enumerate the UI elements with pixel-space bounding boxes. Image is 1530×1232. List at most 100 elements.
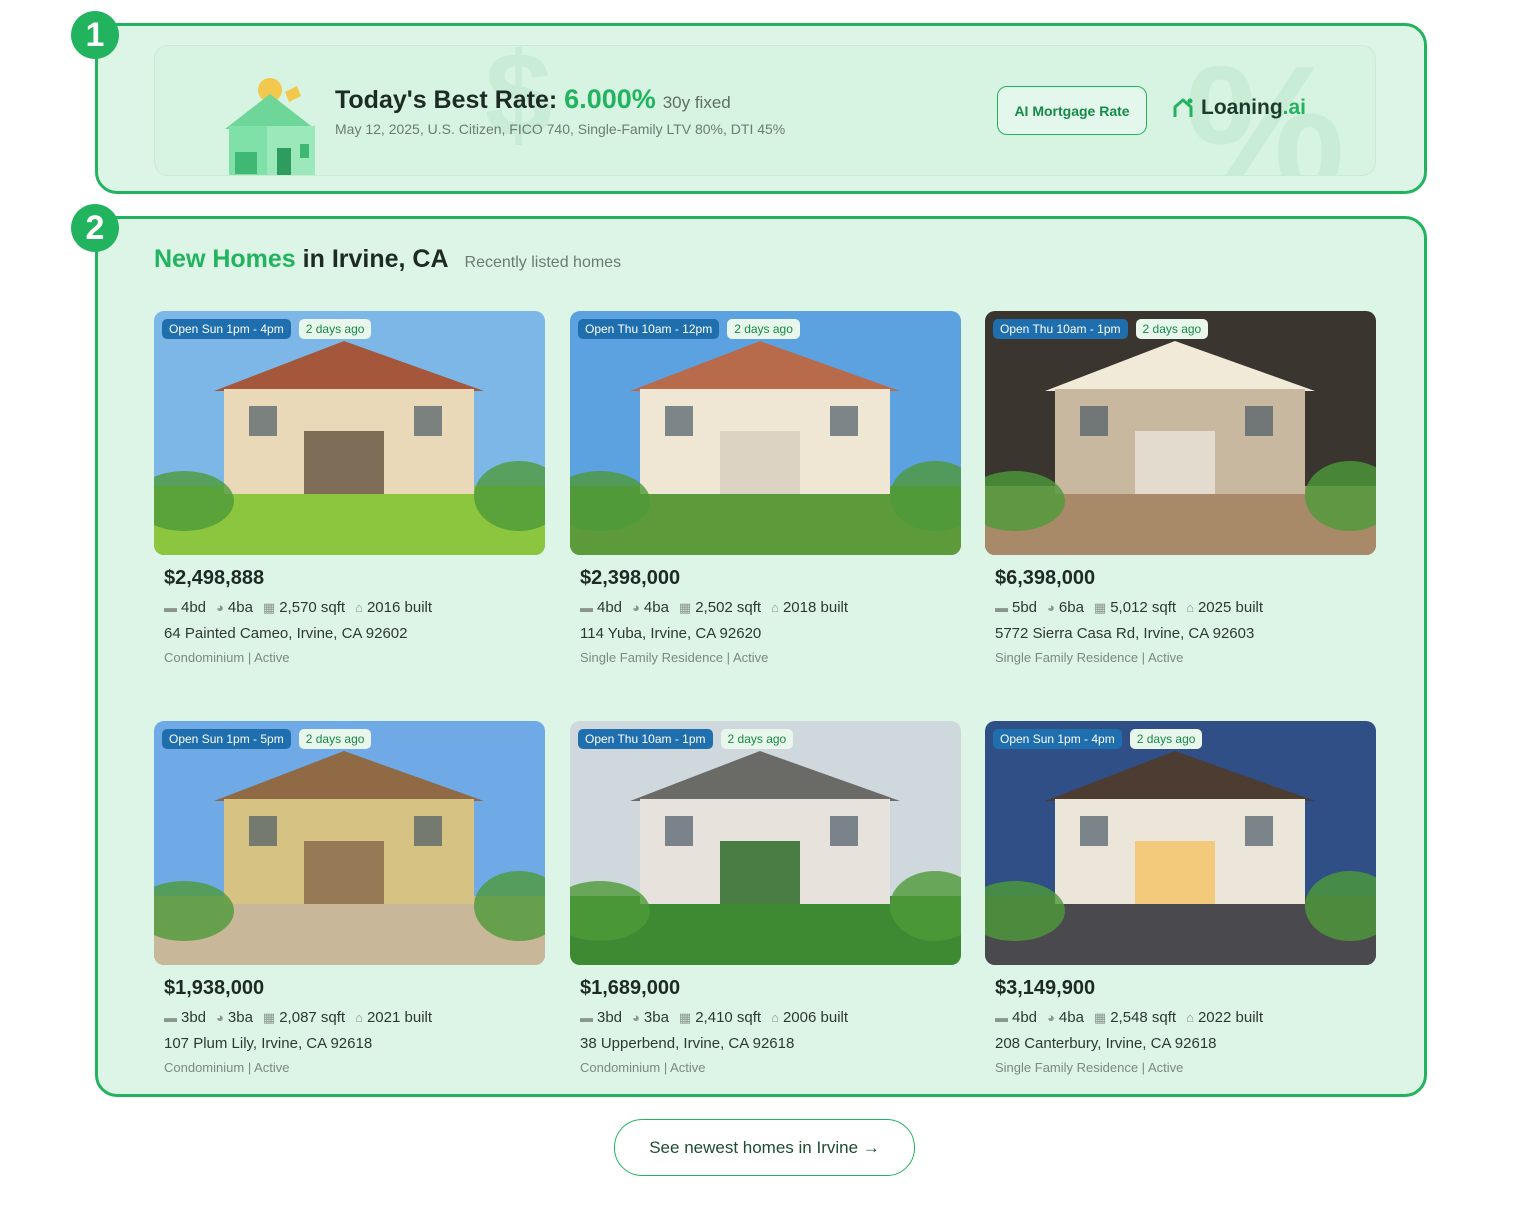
listing-photo[interactable]: Open Sun 1pm - 4pm 2 days ago bbox=[985, 721, 1376, 965]
listing-price: $2,398,000 bbox=[580, 567, 681, 589]
baths-value: 4ba bbox=[227, 599, 253, 616]
house-logo-icon bbox=[1173, 98, 1193, 117]
section-header: New Homes in Irvine, CA Recently listed … bbox=[154, 245, 621, 274]
listing-card[interactable]: Open Sun 1pm - 5pm 2 days ago $1,938,000… bbox=[154, 721, 545, 1081]
section-title: New Homes in Irvine, CA bbox=[154, 245, 449, 274]
listing-address[interactable]: 64 Painted Cameo, Irvine, CA 92602 bbox=[164, 625, 408, 642]
sqft-value: 2,410 sqft bbox=[695, 1009, 762, 1026]
listing-card[interactable]: Open Thu 10am - 1pm 2 days ago $1,689,00… bbox=[570, 721, 961, 1081]
listing-photo[interactable]: Open Thu 10am - 1pm 2 days ago bbox=[570, 721, 961, 965]
listing-stats: ▬ 4bd ◕ 4ba ▦ 2,502 sqft ⌂ 2018 built bbox=[580, 599, 848, 616]
build-icon: ⌂ bbox=[771, 1010, 779, 1025]
listing-stats: ▬ 5bd ◕ 6ba ▦ 5,012 sqft ⌂ 2025 built bbox=[995, 599, 1263, 616]
sqft-value: 2,502 sqft bbox=[695, 599, 762, 616]
listing-meta: Condominium | Active bbox=[164, 650, 290, 665]
rate-banner: % $ Today's Best Rate: 6.000% 30y fixed … bbox=[154, 45, 1376, 176]
beds-value: 4bd bbox=[597, 599, 623, 616]
listing-photo[interactable]: Open Thu 10am - 1pm 2 days ago bbox=[985, 311, 1376, 555]
section-title-highlight: New Homes bbox=[154, 245, 296, 273]
listed-badge: 2 days ago bbox=[1135, 319, 1209, 339]
sqft-value: 5,012 sqft bbox=[1110, 599, 1177, 616]
open-house-badge: Open Sun 1pm - 4pm bbox=[162, 319, 291, 339]
build-icon: ⌂ bbox=[1186, 1010, 1194, 1025]
listing-card[interactable]: Open Thu 10am - 1pm 2 days ago $6,398,00… bbox=[985, 311, 1376, 671]
listing-card[interactable]: Open Sun 1pm - 4pm 2 days ago $2,498,888… bbox=[154, 311, 545, 671]
beds-value: 4bd bbox=[181, 599, 207, 616]
rate-value: 6.000% bbox=[564, 84, 656, 114]
beds-value: 5bd bbox=[1012, 599, 1038, 616]
built-value: 2022 built bbox=[1197, 1009, 1264, 1026]
rate-term: 30y fixed bbox=[662, 93, 731, 112]
listing-address[interactable]: 5772 Sierra Casa Rd, Irvine, CA 92603 bbox=[995, 625, 1254, 642]
bath-icon: ◕ bbox=[216, 600, 224, 615]
grid-icon: ▦ bbox=[1093, 1009, 1107, 1025]
listed-badge: 2 days ago bbox=[298, 319, 372, 339]
listed-badge: 2 days ago bbox=[720, 729, 794, 749]
built-value: 2018 built bbox=[782, 599, 849, 616]
new-homes-section: New Homes in Irvine, CA Recently listed … bbox=[95, 216, 1427, 1097]
bath-icon: ◕ bbox=[1047, 600, 1055, 615]
built-value: 2021 built bbox=[366, 1009, 433, 1026]
listing-address[interactable]: 114 Yuba, Irvine, CA 92620 bbox=[580, 625, 761, 642]
build-icon: ⌂ bbox=[771, 600, 779, 615]
see-newest-homes-button[interactable]: See newest homes in Irvine → bbox=[614, 1119, 915, 1176]
listing-photo[interactable]: Open Thu 10am - 12pm 2 days ago bbox=[570, 311, 961, 555]
baths-value: 6ba bbox=[1058, 599, 1084, 616]
section-marker-1: 1 bbox=[71, 11, 119, 59]
listing-price: $1,689,000 bbox=[580, 977, 681, 999]
house-coin-illustration bbox=[225, 78, 315, 175]
bed-icon: ▬ bbox=[995, 600, 1008, 615]
baths-value: 3ba bbox=[643, 1009, 669, 1026]
built-value: 2016 built bbox=[366, 599, 433, 616]
rate-title-prefix: Today's Best Rate: bbox=[335, 86, 558, 114]
built-value: 2006 built bbox=[782, 1009, 849, 1026]
rate-assumptions: May 12, 2025, U.S. Citizen, FICO 740, Si… bbox=[335, 121, 786, 137]
grid-icon: ▦ bbox=[1093, 599, 1107, 615]
listing-stats: ▬ 3bd ◕ 3ba ▦ 2,087 sqft ⌂ 2021 built bbox=[164, 1009, 432, 1026]
listing-photo[interactable]: Open Sun 1pm - 5pm 2 days ago bbox=[154, 721, 545, 965]
listing-meta: Condominium | Active bbox=[164, 1060, 290, 1075]
listing-stats: ▬ 4bd ◕ 4ba ▦ 2,570 sqft ⌂ 2016 built bbox=[164, 599, 432, 616]
built-value: 2025 built bbox=[1197, 599, 1264, 616]
listing-address[interactable]: 208 Canterbury, Irvine, CA 92618 bbox=[995, 1035, 1217, 1052]
section-subtitle: Recently listed homes bbox=[464, 254, 622, 271]
section-marker-2: 2 bbox=[71, 204, 119, 252]
grid-icon: ▦ bbox=[262, 599, 276, 615]
bath-icon: ◕ bbox=[1047, 1010, 1055, 1025]
listing-stats: ▬ 3bd ◕ 3ba ▦ 2,410 sqft ⌂ 2006 built bbox=[580, 1009, 848, 1026]
open-house-badge: Open Sun 1pm - 5pm bbox=[162, 729, 291, 749]
open-house-badge: Open Sun 1pm - 4pm bbox=[993, 729, 1122, 749]
bath-icon: ◕ bbox=[632, 600, 640, 615]
bed-icon: ▬ bbox=[580, 600, 593, 615]
sqft-value: 2,087 sqft bbox=[279, 1009, 346, 1026]
open-house-badge: Open Thu 10am - 1pm bbox=[578, 729, 713, 749]
listing-card[interactable]: Open Thu 10am - 12pm 2 days ago $2,398,0… bbox=[570, 311, 961, 671]
listing-card[interactable]: Open Sun 1pm - 4pm 2 days ago $3,149,900… bbox=[985, 721, 1376, 1081]
rate-section: % $ Today's Best Rate: 6.000% 30y fixed … bbox=[95, 23, 1427, 194]
sqft-value: 2,570 sqft bbox=[279, 599, 346, 616]
listing-meta: Condominium | Active bbox=[580, 1060, 706, 1075]
listing-address[interactable]: 107 Plum Lily, Irvine, CA 92618 bbox=[164, 1035, 372, 1052]
listing-address[interactable]: 38 Upperbend, Irvine, CA 92618 bbox=[580, 1035, 794, 1052]
loaning-logo[interactable]: Loaning.ai bbox=[1173, 96, 1306, 120]
beds-value: 4bd bbox=[1012, 1009, 1038, 1026]
bath-icon: ◕ bbox=[632, 1010, 640, 1025]
listing-price: $1,938,000 bbox=[164, 977, 265, 999]
ai-mortgage-rate-button[interactable]: AI Mortgage Rate bbox=[997, 86, 1147, 135]
sqft-value: 2,548 sqft bbox=[1110, 1009, 1177, 1026]
grid-icon: ▦ bbox=[678, 599, 692, 615]
open-house-badge: Open Thu 10am - 12pm bbox=[578, 319, 720, 339]
open-house-badge: Open Thu 10am - 1pm bbox=[993, 319, 1128, 339]
bed-icon: ▬ bbox=[164, 1010, 177, 1025]
baths-value: 4ba bbox=[1058, 1009, 1084, 1026]
listing-photo[interactable]: Open Sun 1pm - 4pm 2 days ago bbox=[154, 311, 545, 555]
listing-stats: ▬ 4bd ◕ 4ba ▦ 2,548 sqft ⌂ 2022 built bbox=[995, 1009, 1263, 1026]
listing-meta: Single Family Residence | Active bbox=[995, 650, 1184, 665]
logo-suffix: .ai bbox=[1282, 96, 1307, 119]
baths-value: 3ba bbox=[227, 1009, 253, 1026]
listed-badge: 2 days ago bbox=[727, 319, 800, 339]
listing-price: $2,498,888 bbox=[164, 567, 265, 589]
bed-icon: ▬ bbox=[580, 1010, 593, 1025]
listing-price: $6,398,000 bbox=[995, 567, 1096, 589]
beds-value: 3bd bbox=[597, 1009, 623, 1026]
